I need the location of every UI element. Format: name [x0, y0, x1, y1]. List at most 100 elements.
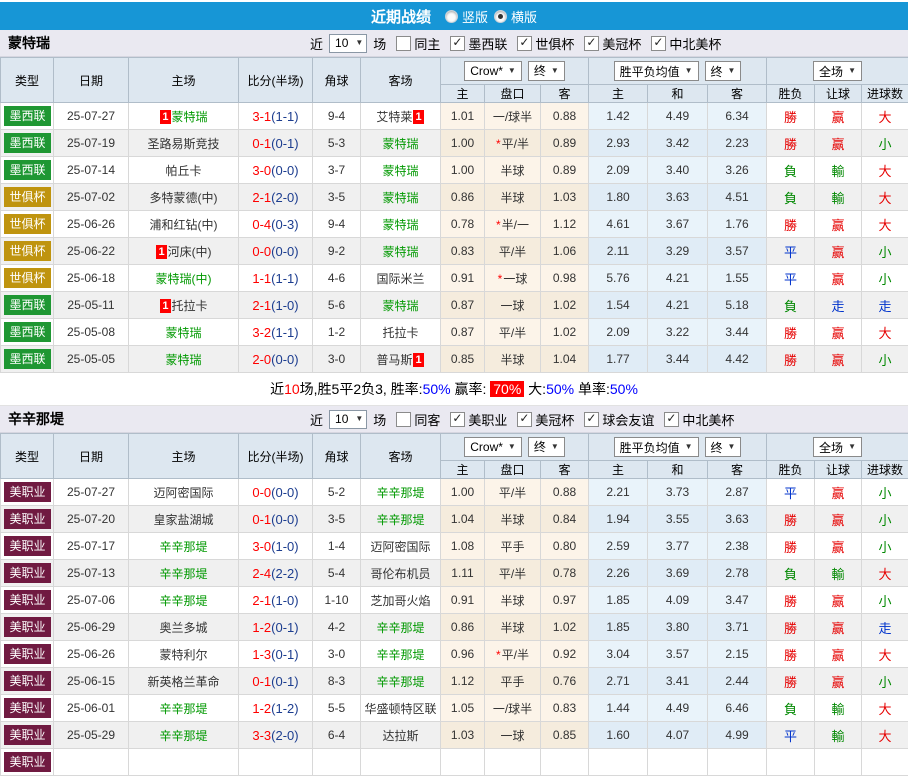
- radio-checked-icon[interactable]: [494, 10, 507, 23]
- handicap-result-cell: 赢: [815, 319, 862, 346]
- score-cell: 0-1(0-1): [239, 668, 313, 695]
- avg-draw-cell: 4.49: [648, 103, 708, 130]
- home-team-cell: 迈阿密国际: [129, 479, 239, 506]
- date-cell: 25-07-17: [54, 533, 129, 560]
- match-row: 墨西联25-07-271蒙特瑞3-1(1-1)9-4艾特莱11.01一/球半0.…: [1, 103, 908, 130]
- fulltime-select[interactable]: 全场▼: [813, 437, 862, 457]
- league-filter-checkbox[interactable]: [664, 412, 679, 427]
- column-header: 类型: [1, 58, 54, 103]
- date-cell: 25-07-27: [54, 479, 129, 506]
- odds-final-select[interactable]: 终▼: [528, 437, 565, 457]
- avg-draw-cell: 3.73: [648, 479, 708, 506]
- layout-radio-horizontal[interactable]: 横版: [494, 7, 537, 26]
- goals-result-cell: 小: [862, 130, 908, 157]
- odds-final-select[interactable]: 终▼: [528, 61, 565, 81]
- team-label: 蒙特瑞: [382, 137, 418, 151]
- away-team-cell: 辛辛那堤: [361, 479, 441, 506]
- radio-horizontal-label: 横版: [511, 7, 537, 26]
- layout-radio-vertical[interactable]: 竖版: [445, 7, 488, 26]
- date-cell: 25-06-18: [54, 265, 129, 292]
- avg-odds-select[interactable]: 胜平负均值▼: [614, 437, 699, 457]
- outcome-cell: 平: [767, 238, 815, 265]
- avg-odds-select[interactable]: 胜平负均值▼: [614, 61, 699, 81]
- odds-company-select[interactable]: Crow*▼: [464, 61, 522, 81]
- team-label: 艾特莱: [376, 110, 412, 124]
- corners-cell: 9-4: [313, 103, 361, 130]
- sub-column-header: 胜负: [767, 85, 815, 103]
- radio-vertical-label: 竖版: [462, 7, 488, 26]
- halftime-score: (0-1): [271, 620, 298, 635]
- date-cell: 25-05-29: [54, 722, 129, 749]
- empty-cell: [541, 749, 589, 776]
- caret-down-icon: ▼: [355, 39, 363, 47]
- halftime-score: (1-0): [271, 593, 298, 608]
- handicap-result-cell: 赢: [815, 265, 862, 292]
- league-badge: 美职业: [4, 671, 51, 691]
- home-team-cell: 圣路易斯竞技: [129, 130, 239, 157]
- empty-cell: [313, 749, 361, 776]
- halftime-score: (1-0): [271, 539, 298, 554]
- home-team-cell: 辛辛那堤: [129, 695, 239, 722]
- match-count-select[interactable]: 10▼: [329, 34, 367, 53]
- fulltime-select[interactable]: 全场▼: [813, 61, 862, 81]
- corners-cell: 5-5: [313, 695, 361, 722]
- avg-away-cell: 4.99: [708, 722, 767, 749]
- match-row: 美职业25-07-20皇家盐湖城0-1(0-0)3-5辛辛那堤1.04半球0.8…: [1, 506, 908, 533]
- odds-away-cell: 1.02: [541, 292, 589, 319]
- odds-away-cell: 0.83: [541, 695, 589, 722]
- away-team-cell: 辛辛那堤: [361, 668, 441, 695]
- halftime-score: (0-0): [271, 485, 298, 500]
- halftime-score: (0-3): [271, 217, 298, 232]
- fulltime-score: 3-1: [252, 109, 271, 124]
- corners-cell: 1-4: [313, 533, 361, 560]
- date-cell: 25-05-11: [54, 292, 129, 319]
- outcome-cell: 勝: [767, 346, 815, 373]
- avg-home-cell: 2.09: [589, 157, 648, 184]
- same-venue-checkbox[interactable]: [396, 412, 411, 427]
- league-cell: 墨西联: [1, 157, 54, 184]
- outcome-cell: 負: [767, 292, 815, 319]
- avg-draw-cell: 4.09: [648, 587, 708, 614]
- league-filter-checkbox[interactable]: [584, 412, 599, 427]
- date-cell: 25-07-27: [54, 103, 129, 130]
- team-label: 奥兰多城: [159, 621, 207, 635]
- home-team-cell: 蒙特瑞: [129, 346, 239, 373]
- avg-away-cell: 1.76: [708, 211, 767, 238]
- match-row: 墨西联25-05-05蒙特瑞2-0(0-0)3-0普马斯10.85半球1.041…: [1, 346, 908, 373]
- odds-home-cell: 0.96: [441, 641, 485, 668]
- match-row: 墨西联25-07-14帕丘卡3-0(0-0)3-7蒙特瑞1.00半球0.892.…: [1, 157, 908, 184]
- avg-home-cell: 1.77: [589, 346, 648, 373]
- league-filter-checkbox[interactable]: [584, 36, 599, 51]
- outcome-cell: 勝: [767, 668, 815, 695]
- same-venue-checkbox[interactable]: [396, 36, 411, 51]
- away-team-cell: 蒙特瑞: [361, 184, 441, 211]
- empty-cell: [708, 749, 767, 776]
- home-team-cell: 1托拉卡: [129, 292, 239, 319]
- league-filter-checkbox[interactable]: [517, 412, 532, 427]
- near-label: 近: [310, 410, 323, 429]
- date-cell: 25-07-06: [54, 587, 129, 614]
- match-count-select[interactable]: 10▼: [329, 410, 367, 429]
- radio-unchecked-icon[interactable]: [445, 10, 458, 23]
- fulltime-score: 3-2: [252, 325, 271, 340]
- league-badge: 美职业: [4, 509, 51, 529]
- avg-final-select[interactable]: 终▼: [705, 437, 742, 457]
- odds-away-cell: 0.76: [541, 668, 589, 695]
- league-filter-checkbox[interactable]: [517, 36, 532, 51]
- team-section-header: 辛辛那堤近10▼场同客美职业美冠杯球会友谊中北美杯: [0, 406, 908, 433]
- avg-home-cell: 1.60: [589, 722, 648, 749]
- goals-result-cell: 大: [862, 641, 908, 668]
- halftime-score: (0-1): [271, 136, 298, 151]
- league-filter-checkbox[interactable]: [450, 36, 465, 51]
- league-badge: 美职业: [4, 725, 51, 745]
- league-badge: 墨西联: [4, 106, 51, 126]
- league-filter-checkbox[interactable]: [450, 412, 465, 427]
- goals-result-cell: 走: [862, 292, 908, 319]
- score-cell: 1-1(1-1): [239, 265, 313, 292]
- away-team-cell: 哥伦布机员: [361, 560, 441, 587]
- avg-final-select[interactable]: 终▼: [705, 61, 742, 81]
- odds-company-select[interactable]: Crow*▼: [464, 437, 522, 457]
- odds-away-cell: 0.88: [541, 103, 589, 130]
- halftime-score: (0-1): [271, 674, 298, 689]
- league-filter-checkbox[interactable]: [651, 36, 666, 51]
